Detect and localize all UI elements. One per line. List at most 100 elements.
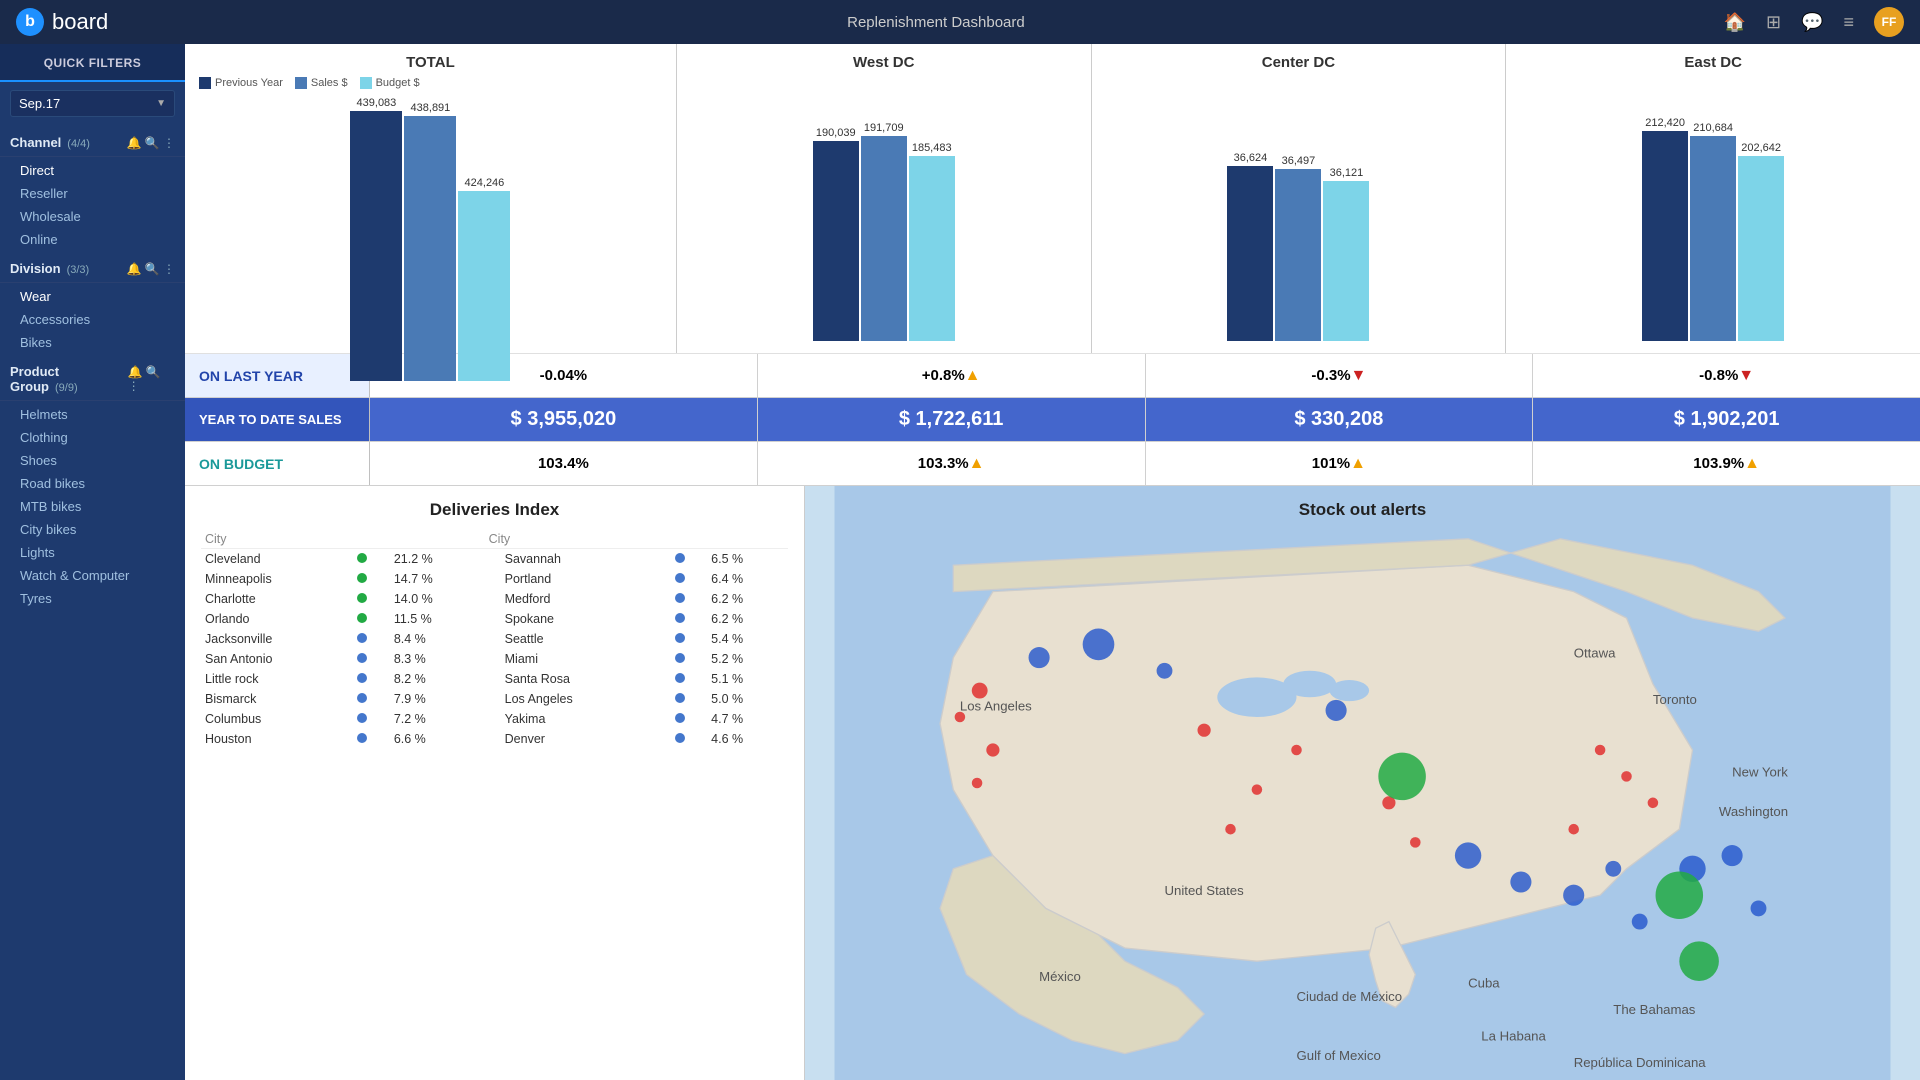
- logo-b-icon: b: [16, 8, 44, 36]
- chat-icon[interactable]: 💬: [1801, 12, 1823, 33]
- ytd-sales-total: $ 3,955,020: [370, 398, 758, 441]
- map-title: Stock out alerts: [1299, 500, 1427, 520]
- division-section-header: Division (3/3) 🔔 🔍 ⋮: [0, 251, 185, 280]
- city-left: San Antonio: [201, 649, 353, 669]
- product-group-label: Product Group: [10, 364, 59, 394]
- pct-left: 8.4 %: [390, 629, 485, 649]
- sidebar-item-direct[interactable]: Direct: [0, 159, 185, 182]
- on-last-year-west: +0.8% ▲: [758, 354, 1146, 397]
- content-area: TOTAL Previous Year Sales $ Budget $: [185, 44, 1920, 1080]
- map-background: Los Angeles United States México Ciudad …: [805, 486, 1920, 1080]
- pct-right: 5.0 %: [707, 689, 788, 709]
- pct-left: 11.5 %: [390, 609, 485, 629]
- logo-text: board: [52, 9, 108, 35]
- pct-left: 7.9 %: [390, 689, 485, 709]
- ytd-sales-west: $ 1,722,611: [758, 398, 1146, 441]
- pct-left: 7.2 %: [390, 709, 485, 729]
- city-right: Seattle: [485, 629, 671, 649]
- city-right: Portland: [485, 569, 671, 589]
- sidebar-item-lights[interactable]: Lights: [0, 541, 185, 564]
- city-left: Jacksonville: [201, 629, 353, 649]
- sidebar-item-shoes[interactable]: Shoes: [0, 449, 185, 472]
- home-icon[interactable]: 🏠: [1724, 12, 1746, 33]
- grid-icon[interactable]: ⊞: [1766, 12, 1781, 33]
- chart-total: TOTAL Previous Year Sales $ Budget $: [185, 44, 677, 353]
- sidebar-item-bikes[interactable]: Bikes: [0, 331, 185, 354]
- city-right: Spokane: [485, 609, 671, 629]
- sidebar-item-tyres[interactable]: Tyres: [0, 587, 185, 610]
- division-count: (3/3): [67, 264, 90, 276]
- sidebar-item-watch-computer[interactable]: Watch & Computer: [0, 564, 185, 587]
- sidebar-item-clothing[interactable]: Clothing: [0, 426, 185, 449]
- city-left: Columbus: [201, 709, 353, 729]
- svg-text:United States: United States: [1165, 883, 1245, 898]
- city-right: Miami: [485, 649, 671, 669]
- pct-left: 6.6 %: [390, 729, 485, 749]
- map-panel: Stock out alerts: [805, 486, 1920, 1080]
- chart-east-dc-title: East DC: [1520, 54, 1906, 71]
- legend-sales: Sales $: [295, 77, 348, 89]
- pct-left: 21.2 %: [390, 549, 485, 570]
- list-item: Houston 6.6 %Denver 4.6 %: [201, 729, 788, 749]
- channel-label: Channel: [10, 135, 61, 150]
- sidebar-item-wear[interactable]: Wear: [0, 285, 185, 308]
- ytd-sales-east: $ 1,902,201: [1533, 398, 1920, 441]
- sidebar-item-road-bikes[interactable]: Road bikes: [0, 472, 185, 495]
- channel-section-header: Channel (4/4) 🔔 🔍 ⋮: [0, 125, 185, 154]
- bar-chart-total: 439,083 438,891 424,246: [199, 97, 662, 383]
- avatar[interactable]: FF: [1874, 7, 1904, 37]
- top-nav: b board Replenishment Dashboard 🏠 ⊞ 💬 ≡ …: [0, 0, 1920, 44]
- svg-text:Los Angeles: Los Angeles: [960, 698, 1032, 713]
- pct-left: 8.2 %: [390, 669, 485, 689]
- sidebar-item-online[interactable]: Online: [0, 228, 185, 251]
- city-left: Minneapolis: [201, 569, 353, 589]
- menu-icon[interactable]: ≡: [1843, 12, 1854, 33]
- city-left: Orlando: [201, 609, 353, 629]
- chart-legend: Previous Year Sales $ Budget $: [199, 77, 662, 89]
- pct-right: 6.4 %: [707, 569, 788, 589]
- pct-left: 14.7 %: [390, 569, 485, 589]
- on-budget-row: ON BUDGET 103.4% 103.3% ▲ 101% ▲ 103.9% …: [185, 442, 1920, 486]
- arrow-up-icon-4: ▲: [1744, 455, 1760, 473]
- sidebar-item-helmets[interactable]: Helmets: [0, 403, 185, 426]
- deliveries-title: Deliveries Index: [201, 500, 788, 520]
- svg-text:Ottawa: Ottawa: [1574, 646, 1616, 661]
- city-left: Cleveland: [201, 549, 353, 570]
- chart-west-dc: West DC 190,039 191,709 185,483: [677, 44, 1092, 353]
- city-right: Savannah: [485, 549, 671, 570]
- svg-text:The Bahamas: The Bahamas: [1613, 1002, 1696, 1017]
- product-group-count: (9/9): [55, 382, 78, 394]
- sidebar-item-mtb-bikes[interactable]: MTB bikes: [0, 495, 185, 518]
- on-budget-center: 101% ▲: [1146, 442, 1534, 485]
- division-label: Division: [10, 261, 61, 276]
- channel-icons: 🔔 🔍 ⋮: [126, 136, 175, 150]
- list-item: Orlando 11.5 %Spokane 6.2 %: [201, 609, 788, 629]
- charts-row: TOTAL Previous Year Sales $ Budget $: [185, 44, 1920, 354]
- bar-chart-west-dc: 190,039 191,709 185,483: [691, 77, 1077, 343]
- division-icons: 🔔 🔍 ⋮: [126, 262, 175, 276]
- on-last-year-east: -0.8% ▼: [1533, 354, 1920, 397]
- on-last-year-center: -0.3% ▼: [1146, 354, 1534, 397]
- col-city-right: City: [485, 530, 671, 549]
- sidebar-item-reseller[interactable]: Reseller: [0, 182, 185, 205]
- list-item: Cleveland 21.2 %Savannah 6.5 %: [201, 549, 788, 570]
- svg-text:La Habana: La Habana: [1481, 1028, 1546, 1043]
- pct-right: 5.4 %: [707, 629, 788, 649]
- bar-chart-center-dc: 36,624 36,497 36,121: [1106, 77, 1492, 343]
- pct-left: 8.3 %: [390, 649, 485, 669]
- pct-right: 6.2 %: [707, 609, 788, 629]
- arrow-up-icon-2: ▲: [969, 455, 985, 473]
- chart-center-dc-title: Center DC: [1106, 54, 1492, 71]
- svg-text:México: México: [1039, 969, 1081, 984]
- sidebar-item-wholesale[interactable]: Wholesale: [0, 205, 185, 228]
- sidebar-item-city-bikes[interactable]: City bikes: [0, 518, 185, 541]
- filter-dropdown[interactable]: Sep.17 ▼: [10, 90, 175, 117]
- ytd-sales-center: $ 330,208: [1146, 398, 1534, 441]
- arrow-up-icon: ▲: [965, 367, 981, 385]
- city-right: Yakima: [485, 709, 671, 729]
- chart-total-title: TOTAL: [199, 54, 662, 71]
- sidebar-item-accessories[interactable]: Accessories: [0, 308, 185, 331]
- channel-count: (4/4): [67, 138, 90, 150]
- legend-budget: Budget $: [360, 77, 420, 89]
- map-svg: Los Angeles United States México Ciudad …: [805, 486, 1920, 1080]
